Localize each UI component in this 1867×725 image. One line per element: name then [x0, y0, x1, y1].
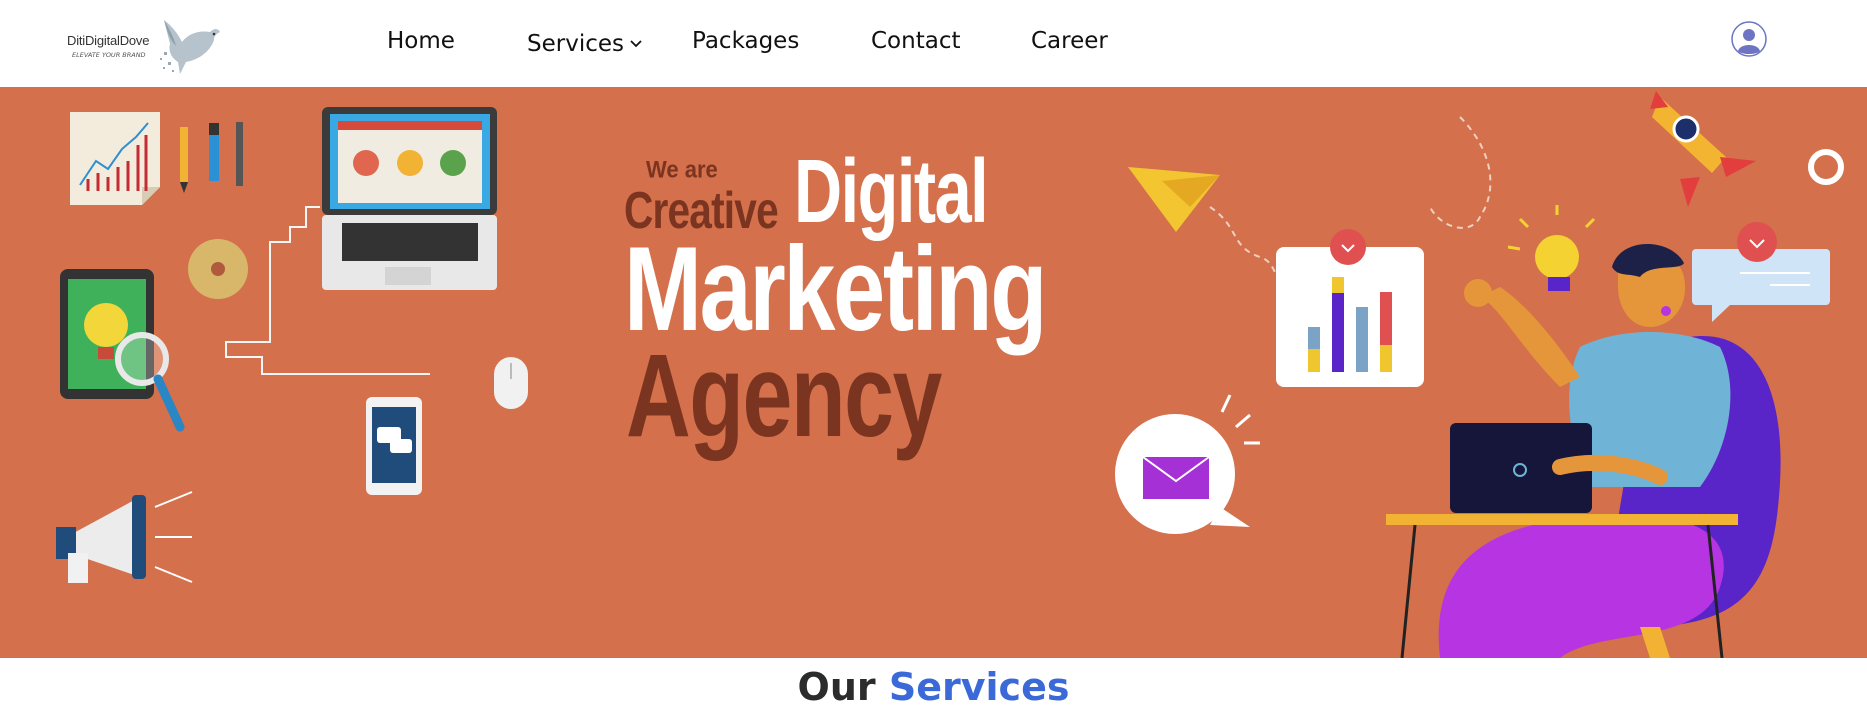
section-title-part2: Services — [888, 665, 1070, 709]
hero-we-are: We are — [646, 155, 718, 184]
brand-tagline: ELEVATE YOUR BRAND — [72, 51, 146, 59]
brand-name: DitiDigitalDove — [67, 33, 150, 48]
user-avatar-icon[interactable] — [1731, 21, 1767, 57]
line-chart-icon — [70, 112, 160, 205]
nav-services-label: Services — [527, 31, 624, 57]
brand-logo[interactable]: DitiDigitalDove ELEVATE YOUR BRAND — [64, 12, 230, 80]
rocket-icon — [1650, 91, 1756, 207]
lightbulb-icon — [1507, 205, 1596, 291]
nav-career[interactable]: Career — [1031, 28, 1108, 54]
cd-icon — [188, 239, 248, 299]
paper-plane-icon — [1128, 167, 1301, 293]
megaphone-icon — [56, 491, 193, 583]
section-title-services: Our Services — [0, 665, 1867, 709]
chevron-down-icon — [630, 28, 642, 54]
nav-packages[interactable]: Packages — [692, 28, 799, 54]
pencil-icon — [180, 122, 243, 193]
dove-logo-icon — [160, 20, 220, 74]
nav-contact[interactable]: Contact — [871, 28, 960, 54]
hero-banner: We are Creative Digital Marketing Agency — [0, 87, 1867, 658]
magnifier-icon — [115, 332, 185, 432]
phone-chat-icon — [366, 397, 422, 495]
bar-chart-card-icon — [1276, 229, 1424, 387]
laptop-icon — [322, 107, 497, 290]
mouse-icon — [494, 357, 528, 409]
nav-services[interactable]: Services — [527, 28, 642, 57]
site-header: DitiDigitalDove ELEVATE YOUR BRAND Home … — [0, 0, 1867, 87]
section-title-part1: Our — [797, 665, 876, 709]
hero-agency: Agency — [626, 330, 942, 462]
chat-bubble-icon — [1692, 222, 1830, 322]
nav-home[interactable]: Home — [387, 28, 455, 54]
mail-bubble-icon — [1115, 394, 1260, 534]
